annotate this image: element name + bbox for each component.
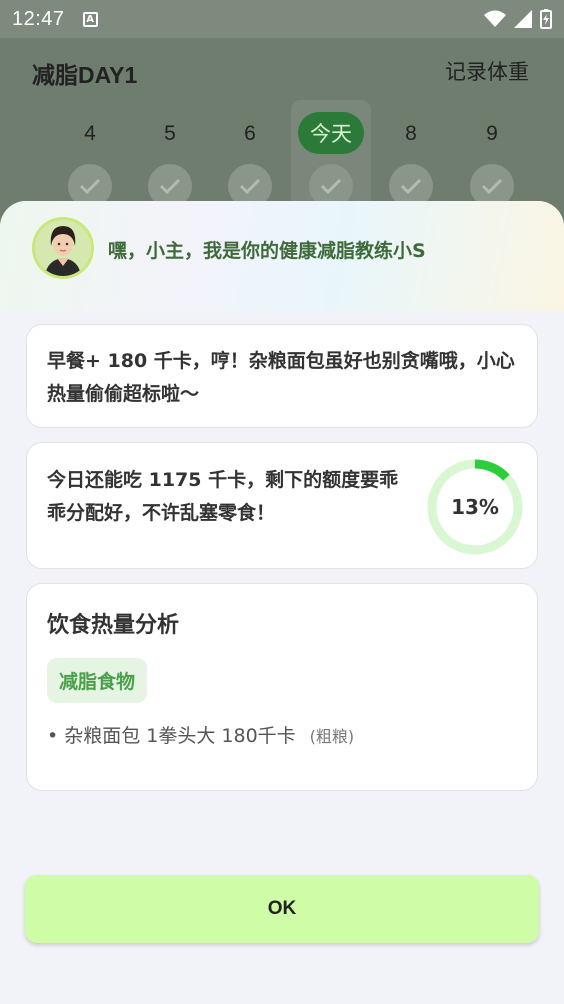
coach-avatar (32, 217, 94, 279)
wifi-icon (484, 10, 506, 27)
meal-feedback-text: 早餐+ 180 千卡，哼！杂粮面包虽好也别贪嘴哦，小心热量偷偷超标啦～ (47, 350, 515, 405)
status-bar: 12:47 A (0, 0, 564, 38)
ok-button[interactable]: OK (25, 875, 539, 943)
day-label: 8 (405, 122, 417, 145)
battery-icon (540, 9, 552, 29)
progress-percent-label: 13% (451, 495, 499, 519)
diet-analysis-card: 饮食热量分析 减脂食物 • 杂粮面包 1拳头大 180千卡 (粗粮) (26, 583, 538, 791)
bullet-icon: • (47, 725, 59, 747)
today-pill: 今天 (298, 112, 364, 154)
meal-feedback-card: 早餐+ 180 千卡，哼！杂粮面包虽好也别贪嘴哦，小心热量偷偷超标啦～ (26, 324, 538, 428)
coach-greeting: 嘿，小主，我是你的健康减脂教练小S (108, 240, 426, 262)
food-item-note: (粗粮) (309, 727, 355, 746)
day-label: 6 (244, 122, 256, 145)
list-item: • 杂粮面包 1拳头大 180千卡 (粗粮) (47, 721, 354, 748)
day-label: 9 (486, 122, 498, 145)
day-label: 5 (164, 122, 176, 145)
analysis-title: 饮食热量分析 (47, 613, 180, 638)
page-title: 减脂DAY1 (32, 62, 138, 88)
food-category-tag: 减脂食物 (47, 658, 148, 703)
day-label: 4 (84, 122, 96, 145)
food-item-text: 杂粮面包 1拳头大 180千卡 (64, 725, 296, 747)
remaining-calories-card: 今日还能吃 1175 千卡，剩下的额度要乖乖分配好，不许乱塞零食！ 13% (26, 442, 538, 569)
cell-signal-icon (514, 10, 532, 28)
status-time: 12:47 (12, 7, 65, 30)
record-weight-link[interactable]: 记录体重 (445, 56, 529, 86)
notification-a-icon: A (82, 11, 98, 27)
remaining-calories-text: 今日还能吃 1175 千卡，剩下的额度要乖乖分配好，不许乱塞零食！ (47, 469, 399, 524)
coach-bottom-sheet: 嘿，小主，我是你的健康减脂教练小S 早餐+ 180 千卡，哼！杂粮面包虽好也别贪… (0, 201, 564, 1004)
